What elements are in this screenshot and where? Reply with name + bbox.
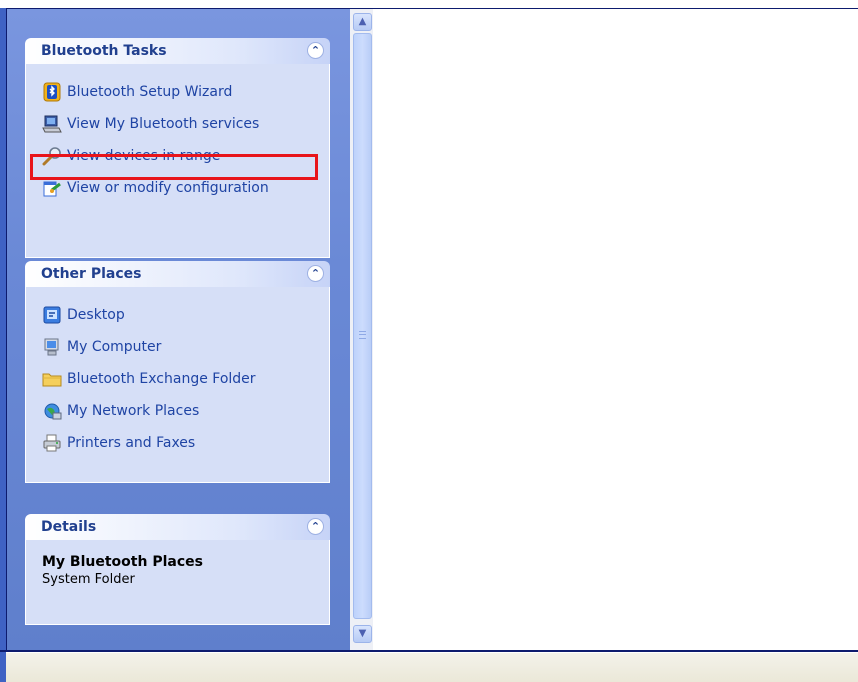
other-places-group: Other Places ⌃ Desktop My Computer Bluet… [25, 261, 330, 483]
frame-left-inner [6, 8, 7, 651]
scroll-up-arrow-icon[interactable]: ▲ [353, 13, 372, 31]
group-title: Other Places [41, 266, 142, 282]
bluetooth-wizard-icon [42, 82, 62, 102]
magnifier-icon [42, 146, 62, 166]
folder-icon [42, 369, 62, 389]
other-places-header[interactable]: Other Places ⌃ [25, 261, 330, 287]
task-view-modify-configuration[interactable]: View or modify configuration [42, 172, 329, 204]
scroll-down-arrow-icon[interactable]: ▼ [353, 625, 372, 643]
top-edge [0, 0, 858, 8]
place-label: Printers and Faxes [67, 435, 196, 451]
place-printers-and-faxes[interactable]: Printers and Faxes [42, 427, 329, 459]
bluetooth-tasks-header[interactable]: Bluetooth Tasks ⌃ [25, 38, 330, 64]
collapse-chevron-icon[interactable]: ⌃ [307, 265, 324, 282]
collapse-chevron-icon[interactable]: ⌃ [307, 42, 324, 59]
place-label: My Network Places [67, 403, 200, 419]
network-places-icon [42, 401, 62, 421]
detail-name: My Bluetooth Places [42, 554, 203, 570]
bluetooth-tasks-group: Bluetooth Tasks ⌃ Bluetooth Setup Wizard… [25, 38, 330, 258]
place-my-computer[interactable]: My Computer [42, 331, 329, 363]
configuration-icon [42, 178, 62, 198]
task-view-devices-in-range[interactable]: View devices in range [42, 140, 329, 172]
desktop-icon [42, 305, 62, 325]
details-header[interactable]: Details ⌃ [25, 514, 330, 540]
group-title: Bluetooth Tasks [41, 43, 167, 59]
collapse-chevron-icon[interactable]: ⌃ [307, 518, 324, 535]
my-computer-icon [42, 337, 62, 357]
task-bluetooth-setup-wizard[interactable]: Bluetooth Setup Wizard [42, 76, 329, 108]
task-pane: Bluetooth Tasks ⌃ Bluetooth Setup Wizard… [6, 8, 350, 651]
details-group: Details ⌃ My Bluetooth Places System Fol… [25, 514, 330, 625]
bluetooth-tasks-body: Bluetooth Setup Wizard View My Bluetooth… [25, 64, 330, 258]
task-label: View My Bluetooth services [67, 116, 260, 132]
scroll-thumb[interactable] [353, 33, 372, 619]
details-body: My Bluetooth Places System Folder [25, 540, 330, 625]
bluetooth-services-icon [42, 114, 62, 134]
status-bar [6, 652, 858, 682]
task-label: View devices in range [67, 148, 221, 164]
vertical-scrollbar[interactable]: ▲ ▼ [350, 8, 373, 651]
grip-icon [359, 331, 366, 339]
place-label: My Computer [67, 339, 162, 355]
task-label: View or modify configuration [67, 180, 269, 196]
other-places-body: Desktop My Computer Bluetooth Exchange F… [25, 287, 330, 483]
printer-icon [42, 433, 62, 453]
frame-top [6, 8, 858, 9]
task-view-bluetooth-services[interactable]: View My Bluetooth services [42, 108, 329, 140]
place-desktop[interactable]: Desktop [42, 299, 329, 331]
place-label: Desktop [67, 307, 125, 323]
content-area[interactable] [373, 8, 858, 651]
explorer-window: Bluetooth Tasks ⌃ Bluetooth Setup Wizard… [0, 0, 858, 652]
detail-type: System Folder [42, 572, 135, 587]
place-bluetooth-exchange-folder[interactable]: Bluetooth Exchange Folder [42, 363, 329, 395]
place-my-network-places[interactable]: My Network Places [42, 395, 329, 427]
task-label: Bluetooth Setup Wizard [67, 84, 233, 100]
place-label: Bluetooth Exchange Folder [67, 371, 256, 387]
group-title: Details [41, 519, 97, 535]
